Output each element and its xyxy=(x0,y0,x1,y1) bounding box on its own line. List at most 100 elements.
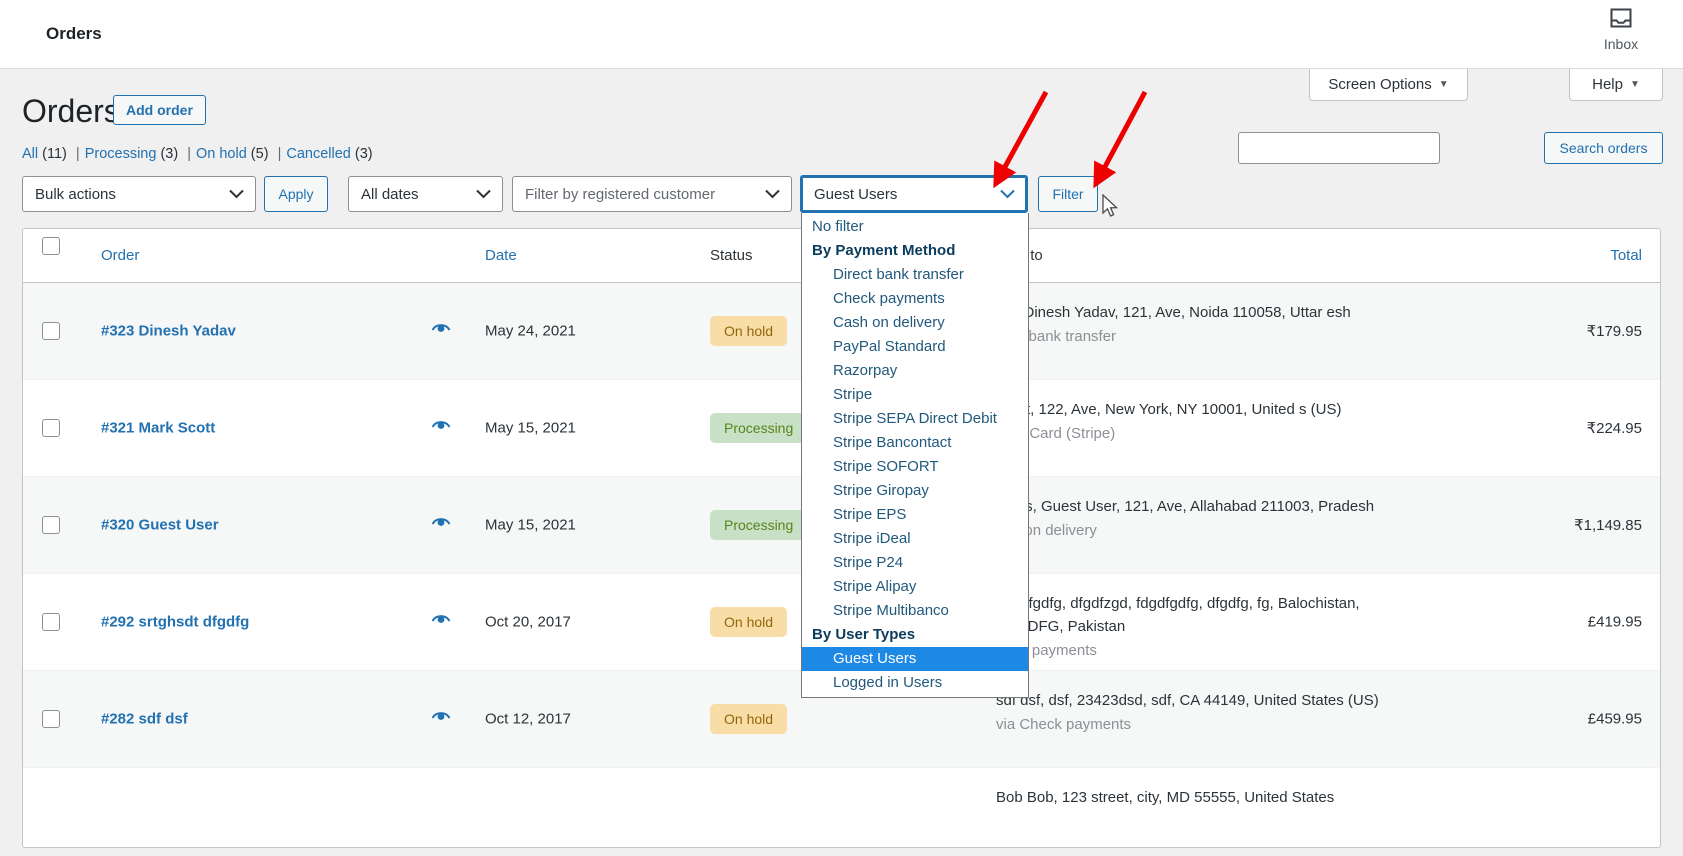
chevron-down-icon xyxy=(229,186,244,203)
user-type-filter-value: Guest Users xyxy=(814,185,898,203)
dropdown-option-razorpay[interactable]: Razorpay xyxy=(802,359,1028,383)
status-badge: Processing xyxy=(710,510,808,540)
annotation-arrow-dropdown xyxy=(993,90,1049,189)
customer-filter-select[interactable]: Filter by registered customer xyxy=(512,176,792,212)
row-select-checkbox[interactable] xyxy=(42,710,60,728)
order-date: May 15, 2021 xyxy=(485,516,576,534)
status-link-separator: | xyxy=(75,146,80,162)
dropdown-option-stripe[interactable]: Stripe xyxy=(802,383,1028,407)
screen-options-button[interactable]: Screen Options ▼ xyxy=(1309,69,1468,101)
add-order-button[interactable]: Add order xyxy=(113,95,206,125)
order-link[interactable]: #323 Dinesh Yadav xyxy=(101,323,236,340)
order-total: £459.95 xyxy=(1587,710,1642,728)
status-badge: On hold xyxy=(710,316,788,346)
dropdown-option-logged-in-users[interactable]: Logged in Users xyxy=(802,671,1028,695)
order-link[interactable]: #282 sdf dsf xyxy=(101,711,188,728)
row-select-checkbox[interactable] xyxy=(42,516,60,534)
column-header-date[interactable]: Date xyxy=(485,247,517,264)
bulk-actions-value: Bulk actions xyxy=(35,185,116,203)
filter-button[interactable]: Filter xyxy=(1038,176,1098,212)
row-select-checkbox[interactable] xyxy=(42,322,60,340)
chevron-down-icon xyxy=(476,186,491,203)
chevron-down-icon xyxy=(1000,186,1015,203)
status-link-cancelled[interactable]: Cancelled xyxy=(286,146,351,162)
filters-toolbar: Bulk actions Apply All dates Filter by r… xyxy=(0,175,1683,214)
help-label: Help xyxy=(1592,76,1623,93)
dropdown-option-stripe-eps[interactable]: Stripe EPS xyxy=(802,503,1028,527)
order-date: May 24, 2021 xyxy=(485,322,576,340)
preview-eye-icon[interactable] xyxy=(431,710,451,728)
user-type-filter-select[interactable]: Guest Users xyxy=(800,175,1028,213)
dropdown-option-stripe-bancontact[interactable]: Stripe Bancontact xyxy=(802,431,1028,455)
ship-to-address: sdt dfgdfg, dfgdfzgd, fdgdfgdfg, dfgdfg,… xyxy=(996,595,1360,635)
status-badge: Processing xyxy=(710,413,808,443)
order-link[interactable]: #321 Mark Scott xyxy=(101,420,215,437)
inbox-icon xyxy=(1579,8,1663,33)
preview-eye-icon[interactable] xyxy=(431,322,451,340)
order-total: ₹179.95 xyxy=(1586,323,1642,340)
date-filter-select[interactable]: All dates xyxy=(348,176,503,212)
order-total: ₹224.95 xyxy=(1586,420,1642,437)
order-total: £419.95 xyxy=(1587,613,1642,631)
status-link-all[interactable]: All xyxy=(22,146,38,162)
status-badge: On hold xyxy=(710,607,788,637)
annotation-arrow-filter xyxy=(1093,90,1148,189)
page-title: Orders xyxy=(22,93,120,129)
payment-method-note: redit Card (Stripe) xyxy=(996,425,1116,442)
preview-eye-icon[interactable] xyxy=(431,419,451,437)
order-link[interactable]: #292 srtghsdt dfgdfg xyxy=(101,614,249,631)
row-select-checkbox[interactable] xyxy=(42,419,60,437)
row-select-checkbox[interactable] xyxy=(42,613,60,631)
dropdown-option-cash-on-delivery[interactable]: Cash on delivery xyxy=(802,311,1028,335)
ship-to-cell: Bob Bob, 123 street, city, MD 55555, Uni… xyxy=(996,786,1396,809)
dropdown-option-no-filter[interactable]: No filter xyxy=(802,215,1028,239)
inbox-label: Inbox xyxy=(1603,36,1639,52)
status-link-processing[interactable]: Processing xyxy=(85,146,157,162)
status-link-count: (11) xyxy=(38,146,71,162)
inbox-button[interactable]: Inbox xyxy=(1579,8,1663,54)
ship-to-cell: Scott, 122, Ave, New York, NY 10001, Uni… xyxy=(996,398,1396,445)
dropdown-option-check-payments[interactable]: Check payments xyxy=(802,287,1028,311)
column-header-order[interactable]: Order xyxy=(101,247,139,264)
dropdown-option-paypal-standard[interactable]: PayPal Standard xyxy=(802,335,1028,359)
dropdown-option-direct-bank-transfer[interactable]: Direct bank transfer xyxy=(802,263,1028,287)
dropdown-option-stripe-sofort[interactable]: Stripe SOFORT xyxy=(802,455,1028,479)
dropdown-option-stripe-alipay[interactable]: Stripe Alipay xyxy=(802,575,1028,599)
user-type-filter-dropdown[interactable]: No filter By Payment Method Direct bank tr… xyxy=(801,213,1029,698)
status-link-count: (3) xyxy=(350,146,373,162)
payment-method-note: ash on delivery xyxy=(996,522,1097,539)
ship-to-address: sdf dsf, dsf, 23423dsd, sdf, CA 44149, U… xyxy=(996,692,1379,709)
ship-to-cell: sdt dfgdfg, dfgdfzgd, fdgdfgdfg, dfgdfg,… xyxy=(996,592,1396,662)
ship-to-address: Scott, 122, Ave, New York, NY 10001, Uni… xyxy=(996,401,1342,418)
admin-top-bar: Orders Inbox xyxy=(0,0,1683,69)
bulk-actions-select[interactable]: Bulk actions xyxy=(22,176,256,212)
dropdown-option-stripe-giropay[interactable]: Stripe Giropay xyxy=(802,479,1028,503)
ship-to-cell: kul, Dinesh Yadav, 121, Ave, Noida 11005… xyxy=(996,301,1396,348)
payment-method-note: heck payments xyxy=(996,642,1097,659)
chevron-down-icon: ▼ xyxy=(1438,79,1449,90)
order-link[interactable]: #320 Guest User xyxy=(101,517,219,534)
preview-eye-icon[interactable] xyxy=(431,516,451,534)
payment-method-note: via Check payments xyxy=(996,716,1132,733)
order-date: Oct 20, 2017 xyxy=(485,613,571,631)
status-link-on-hold[interactable]: On hold xyxy=(196,146,247,162)
select-all-checkbox[interactable] xyxy=(42,237,60,255)
apply-button[interactable]: Apply xyxy=(264,176,328,212)
column-header-total[interactable]: Total xyxy=(1610,247,1642,264)
dropdown-option-guest-users[interactable]: Guest Users xyxy=(802,647,1028,671)
search-orders-button[interactable]: Search orders xyxy=(1544,132,1663,164)
order-date: May 15, 2021 xyxy=(485,419,576,437)
preview-eye-icon[interactable] xyxy=(431,613,451,631)
dropdown-option-stripe-multibanco[interactable]: Stripe Multibanco xyxy=(802,599,1028,623)
dropdown-group-by-user-types: By User Types xyxy=(812,626,916,643)
dropdown-option-stripe-sepa-direct-debit[interactable]: Stripe SEPA Direct Debit xyxy=(802,407,1028,431)
help-button[interactable]: Help ▼ xyxy=(1569,69,1663,101)
search-input[interactable] xyxy=(1238,132,1440,164)
screen-options-label: Screen Options xyxy=(1328,76,1432,93)
ship-to-cell: sdf dsf, dsf, 23423dsd, sdf, CA 44149, U… xyxy=(996,689,1396,736)
payment-method-note: irect bank transfer xyxy=(996,328,1117,345)
dropdown-option-stripe-p24[interactable]: Stripe P24 xyxy=(802,551,1028,575)
order-total: ₹1,149.85 xyxy=(1574,517,1642,534)
dropdown-option-stripe-ideal[interactable]: Stripe iDeal xyxy=(802,527,1028,551)
customer-filter-placeholder: Filter by registered customer xyxy=(525,185,716,203)
